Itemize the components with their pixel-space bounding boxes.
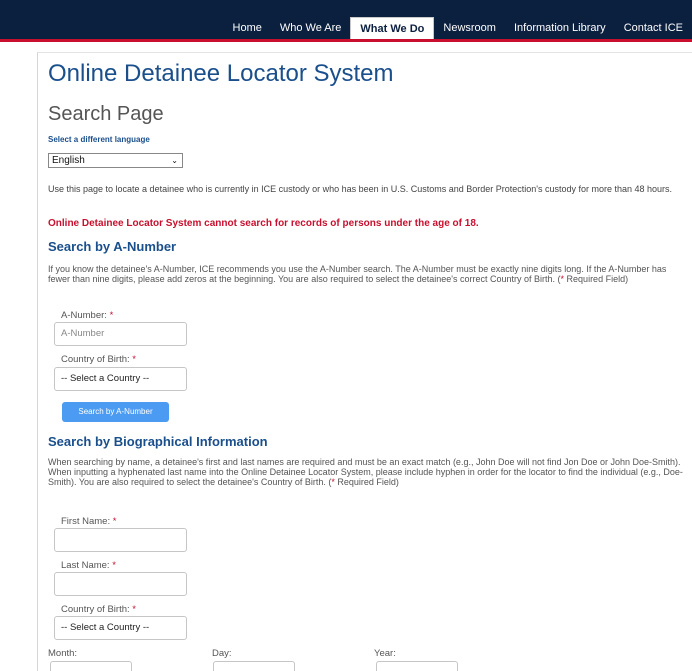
last-name-label: Last Name: * bbox=[61, 560, 116, 571]
age-warning: Online Detainee Locator System cannot se… bbox=[48, 218, 479, 229]
nav-who-we-are[interactable]: Who We Are bbox=[271, 17, 351, 39]
year-select[interactable] bbox=[376, 661, 458, 671]
first-name-label: First Name: * bbox=[61, 516, 117, 527]
month-select[interactable] bbox=[50, 661, 132, 671]
bio-section-title: Search by Biographical Information bbox=[48, 434, 268, 449]
page-title: Online Detainee Locator System bbox=[48, 60, 394, 87]
anumber-section-title: Search by A-Number bbox=[48, 239, 177, 254]
anumber-label: A-Number: * bbox=[61, 310, 114, 321]
last-name-input[interactable] bbox=[54, 572, 187, 596]
anumber-input[interactable]: A-Number bbox=[54, 322, 187, 346]
search-page-heading: Search Page bbox=[48, 103, 164, 125]
language-link[interactable]: Select a different language bbox=[48, 135, 150, 144]
bio-description: When searching by name, a detainee's fir… bbox=[48, 457, 683, 487]
year-label: Year: bbox=[374, 648, 396, 659]
intro-text: Use this page to locate a detainee who i… bbox=[48, 184, 673, 194]
search-by-anumber-button[interactable]: Search by A-Number bbox=[62, 402, 169, 422]
anumber-description: If you know the detainee's A-Number, ICE… bbox=[48, 264, 667, 284]
month-label: Month: bbox=[48, 648, 78, 659]
bio-country-label: Country of Birth: * bbox=[61, 604, 136, 615]
anumber-country-label: Country of Birth: * bbox=[61, 354, 136, 365]
bio-country-select[interactable]: -- Select a Country -- bbox=[54, 616, 187, 640]
nav-what-we-do[interactable]: What We Do bbox=[350, 17, 435, 39]
main-nav: Home Who We Are What We Do Newsroom Info… bbox=[224, 17, 692, 39]
day-label: Day: bbox=[212, 648, 232, 659]
nav-information-library[interactable]: Information Library bbox=[505, 17, 615, 39]
first-name-input[interactable] bbox=[54, 528, 187, 552]
chevron-down-icon: ⌄ bbox=[171, 156, 178, 165]
nav-accent-stripe bbox=[0, 39, 692, 42]
nav-contact-ice[interactable]: Contact ICE bbox=[615, 17, 692, 39]
language-value: English bbox=[52, 155, 85, 166]
nav-home[interactable]: Home bbox=[224, 17, 271, 39]
language-select[interactable]: English ⌄ bbox=[48, 153, 183, 168]
day-select[interactable] bbox=[213, 661, 295, 671]
nav-newsroom[interactable]: Newsroom bbox=[434, 17, 505, 39]
anumber-country-select[interactable]: -- Select a Country -- bbox=[54, 367, 187, 391]
